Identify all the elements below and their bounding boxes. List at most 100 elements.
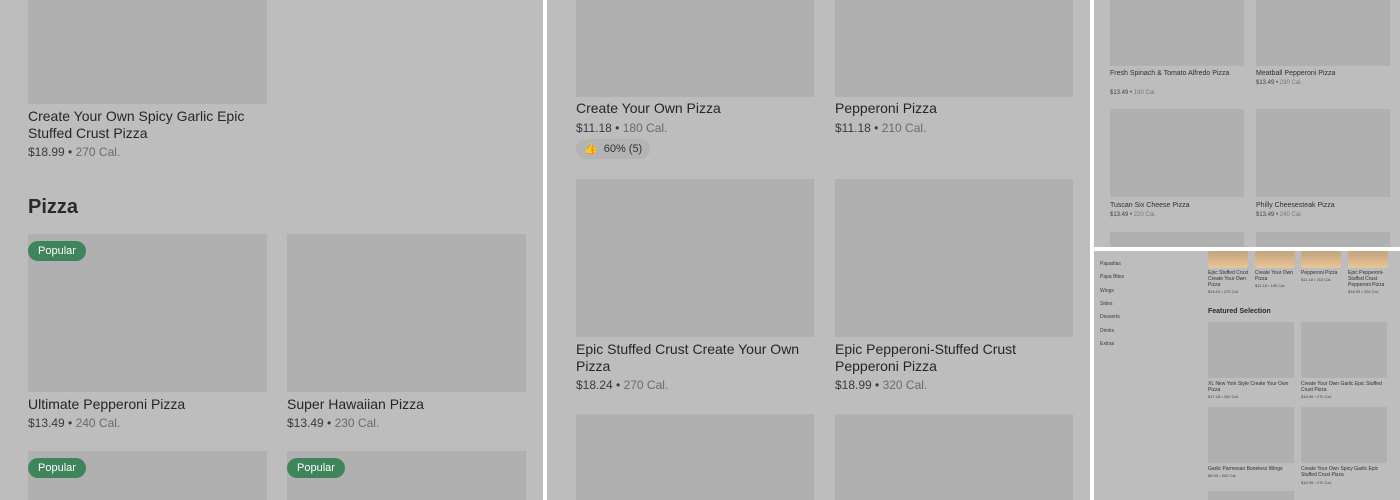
item-thumbnail[interactable] [1348, 251, 1388, 268]
popular-badge: Popular [28, 458, 86, 478]
item-thumbnail[interactable] [1301, 251, 1341, 268]
item-price: $9.99 [1208, 473, 1219, 478]
item-title[interactable]: Epic Pepperoni-Stuffed Crust Pepperoni P… [1348, 270, 1390, 288]
item-calories: 320 Cal. [882, 378, 928, 392]
sidebar-item-wings[interactable]: Wings [1100, 288, 1114, 294]
item-price: $18.99 [28, 145, 65, 159]
item-calories: 320 Cal. [1363, 289, 1379, 294]
item-image-placeholder[interactable] [1110, 0, 1244, 66]
item-calories: 240 Cal. [75, 416, 121, 430]
item-price: $18.99 [1348, 289, 1361, 294]
sidebar-item-drinks[interactable]: Drinks [1100, 328, 1114, 334]
item-calories: 270 Cal. [1223, 289, 1239, 294]
item-title[interactable]: Fresh Spinach & Tomato Alfredo Pizza [1110, 69, 1240, 78]
item-price-calories: $13.49 • 220 Cal. [1110, 212, 1157, 218]
item-title[interactable]: Garlic Parmesan Boneless Wings [1208, 466, 1294, 472]
item-calories: 180 Cal. [622, 121, 668, 135]
item-price: $13.49 [1110, 90, 1129, 96]
popular-badge: Popular [287, 458, 345, 478]
item-price: $13.49 [1110, 212, 1129, 218]
rating-badge: 👍 60% (5) [576, 139, 651, 159]
item-image-placeholder[interactable] [835, 0, 1073, 97]
item-image-placeholder[interactable] [1110, 232, 1244, 247]
item-title[interactable]: Create Your Own Pizza [1255, 270, 1297, 282]
item-image-placeholder[interactable] [28, 0, 267, 104]
item-image-placeholder[interactable] [576, 179, 814, 337]
item-title[interactable]: Create Your Own Pizza [576, 100, 811, 117]
item-calories: 300 Cal. [1223, 394, 1239, 399]
sidebar-item-papadias[interactable]: Papadias [1100, 261, 1121, 267]
item-image-placeholder[interactable] [835, 179, 1073, 337]
item-image-placeholder[interactable] [835, 414, 1073, 500]
sidebar-item-desserts[interactable]: Desserts [1100, 314, 1120, 320]
item-price: $18.24 [1208, 289, 1221, 294]
item-title[interactable]: Create Your Own Garlic Epic Stuffed Crus… [1301, 381, 1387, 393]
item-image-placeholder[interactable] [1256, 232, 1390, 247]
item-calories: 230 Cal. [334, 416, 380, 430]
item-calories: 210 Cal. [881, 121, 927, 135]
item-image-placeholder[interactable] [1110, 109, 1244, 197]
item-title[interactable]: Pepperoni Pizza [835, 100, 1070, 117]
sidebar-item-papa-bites[interactable]: Papa Bites [1100, 274, 1124, 280]
item-image-placeholder[interactable] [1301, 407, 1387, 463]
item-title[interactable]: Ultimate Pepperoni Pizza [28, 396, 263, 413]
item-price-calories: $18.99 • 270 Cal. [1301, 394, 1332, 399]
item-calories: 270 Cal. [623, 378, 669, 392]
item-calories: 190 Cal. [1133, 90, 1157, 96]
item-image-placeholder[interactable] [1301, 322, 1387, 378]
item-price: $17.18 [1208, 394, 1221, 399]
item-title[interactable]: Epic Stuffed Crust Create Your Own Pizza [1208, 270, 1250, 288]
item-image-placeholder[interactable] [1256, 109, 1390, 197]
item-title[interactable]: Tuscan Six Cheese Pizza [1110, 201, 1240, 210]
item-price: $11.18 [1255, 283, 1267, 288]
item-calories: 270 Cal. [75, 145, 121, 159]
item-image-placeholder[interactable] [1208, 407, 1294, 463]
item-price-calories: $13.49 • 230 Cal. [1256, 80, 1303, 86]
item-price: $13.49 [28, 416, 65, 430]
item-title[interactable]: Meatball Pepperoni Pizza [1256, 69, 1386, 78]
menu-panel-3: Fresh Spinach & Tomato Alfredo Pizza $13… [1094, 0, 1400, 247]
item-title[interactable]: Epic Pepperoni-Stuffed Crust Pepperoni P… [835, 341, 1070, 375]
sidebar-item-sides[interactable]: Sides [1100, 301, 1113, 307]
item-title[interactable]: Epic Stuffed Crust Create Your Own Pizza [576, 341, 811, 375]
menu-panel-4: Papadias Papa Bites Wings Sides Desserts… [1094, 251, 1400, 500]
item-calories: 220 Cal. [1133, 212, 1157, 218]
item-calories: 240 Cal. [1279, 212, 1303, 218]
item-price: $18.99 [835, 378, 872, 392]
item-price-calories: $18.24 • 270 Cal. [1208, 289, 1239, 294]
popular-badge: Popular [28, 241, 86, 261]
item-price: $18.99 [1301, 394, 1314, 399]
item-image-placeholder[interactable] [1256, 0, 1390, 66]
item-price-calories: $18.99 • 320 Cal. [1348, 289, 1379, 294]
thumbs-up-icon: 👍 [584, 143, 598, 155]
item-calories: 210 Cal. [1316, 277, 1332, 282]
item-thumbnail[interactable] [1208, 251, 1248, 268]
item-title[interactable]: Create Your Own Spicy Garlic Epic Stuffe… [28, 108, 263, 142]
menu-panel-2: Create Your Own Pizza $11.18 • 180 Cal. … [547, 0, 1090, 500]
item-calories: 270 Cal. [1316, 394, 1332, 399]
item-title[interactable]: Create Your Own Spicy Garlic Epic Stuffe… [1301, 466, 1387, 478]
item-image-placeholder[interactable] [1208, 491, 1294, 500]
item-title[interactable]: Pepperoni Pizza [1301, 270, 1343, 276]
item-title[interactable]: XL New York Style Create Your Own Pizza [1208, 381, 1294, 393]
item-price-calories: $13.49 • 240 Cal. [28, 416, 121, 430]
item-price-calories: $18.24 • 270 Cal. [576, 378, 669, 392]
item-price: $11.18 [1301, 277, 1313, 282]
item-image-placeholder[interactable] [1208, 322, 1294, 378]
item-price: $18.99 [1301, 480, 1314, 485]
item-image-placeholder[interactable] [287, 234, 526, 392]
item-title[interactable]: Super Hawaiian Pizza [287, 396, 522, 413]
menu-panel-1: Create Your Own Spicy Garlic Epic Stuffe… [0, 0, 543, 500]
item-price: $13.49 [1256, 80, 1275, 86]
item-image-placeholder[interactable] [576, 414, 814, 500]
item-calories: 600 Cal. [1221, 473, 1237, 478]
item-price: $13.49 [287, 416, 324, 430]
item-calories: 180 Cal. [1270, 283, 1286, 288]
item-thumbnail[interactable] [1255, 251, 1295, 268]
item-calories: 270 Cal. [1316, 480, 1332, 485]
item-price-calories: $17.18 • 300 Cal. [1208, 394, 1239, 399]
item-title[interactable]: Philly Cheesesteak Pizza [1256, 201, 1386, 210]
sidebar-item-extras[interactable]: Extras [1100, 341, 1114, 347]
item-price: $11.18 [576, 121, 612, 135]
item-image-placeholder[interactable] [576, 0, 814, 97]
